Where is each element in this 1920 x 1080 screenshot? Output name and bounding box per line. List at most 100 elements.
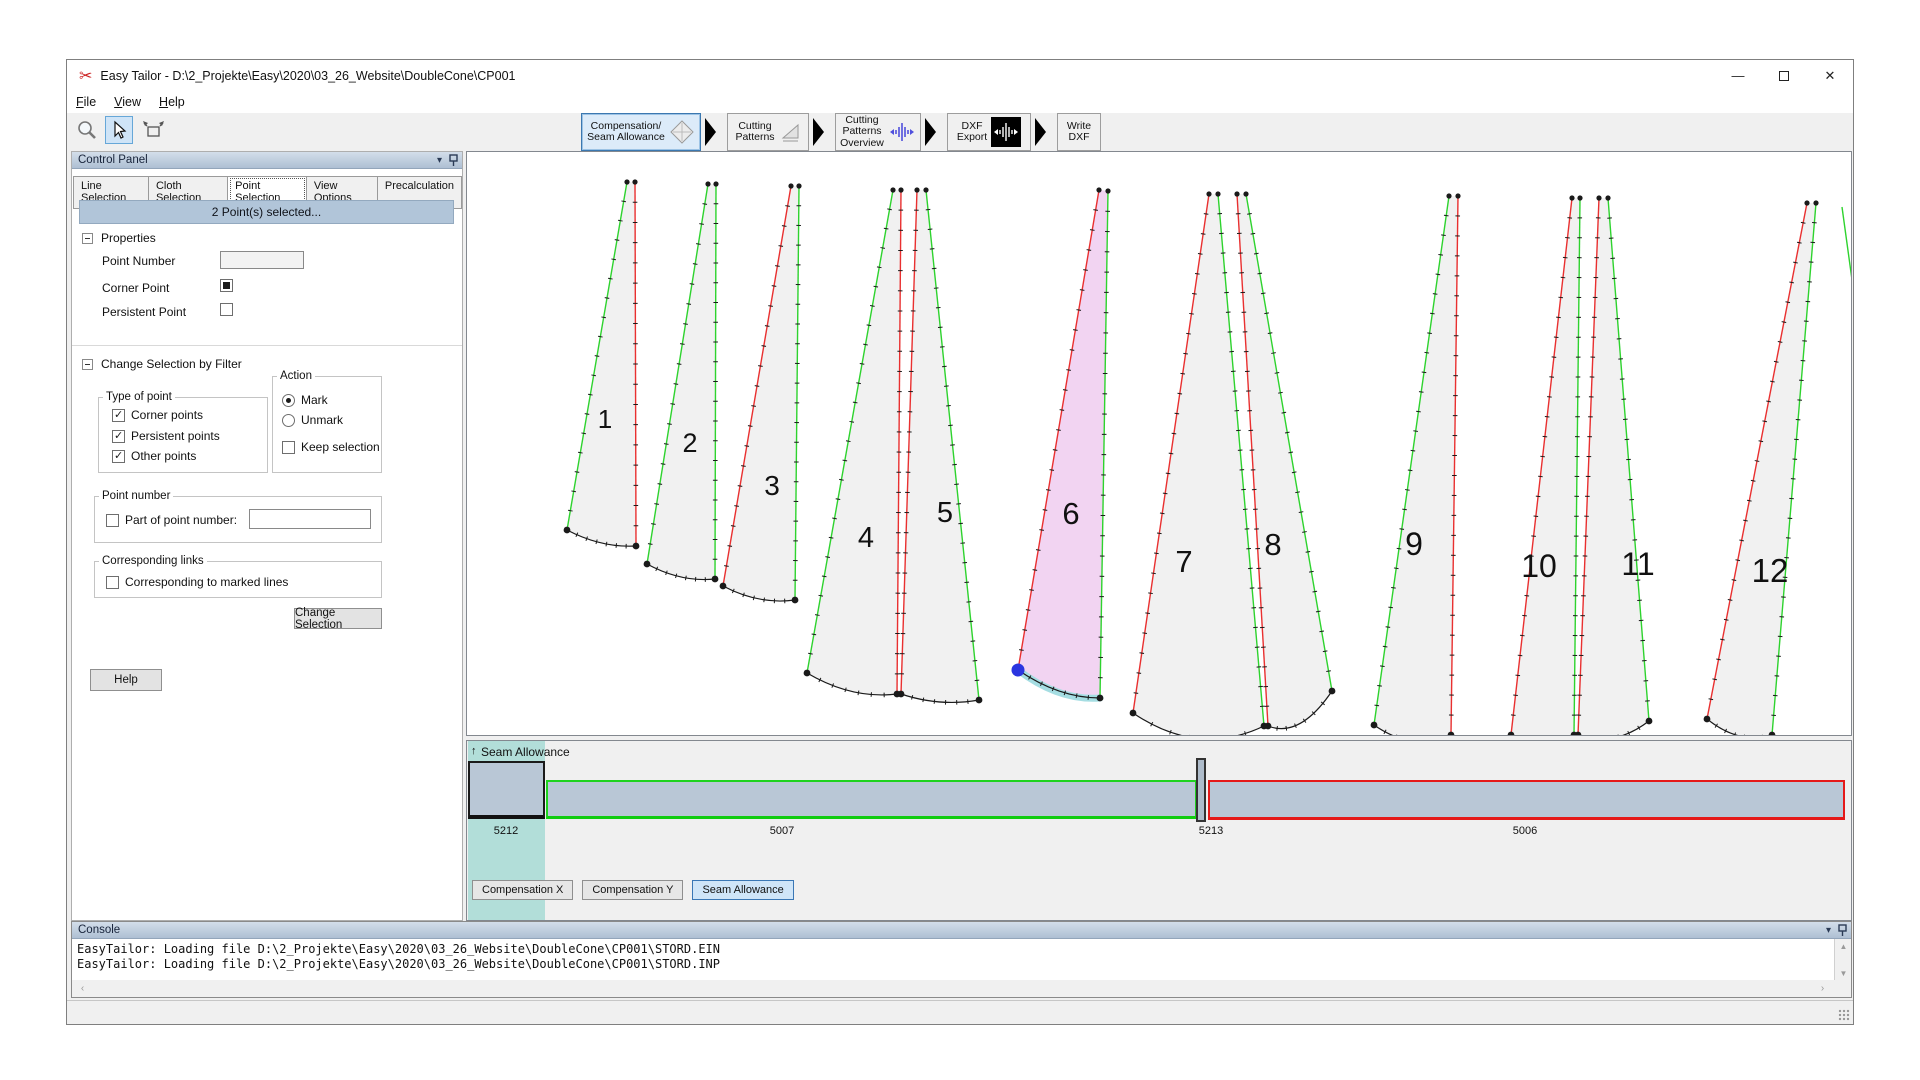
- pin-icon[interactable]: [449, 154, 458, 167]
- console-log: EasyTailor: Loading file D:\2_Projekte\E…: [72, 939, 1835, 981]
- minimize-button[interactable]: —: [1715, 60, 1761, 91]
- properties-section-title: Properties: [101, 231, 156, 245]
- window-title: Easy Tailor - D:\2_Projekte\Easy\2020\03…: [100, 69, 515, 83]
- persistent-point-checkbox[interactable]: [220, 303, 233, 316]
- scissors-app-icon: ✂: [79, 66, 92, 86]
- scroll-left-icon[interactable]: ‹: [74, 980, 91, 997]
- zoom-tool-button[interactable]: [73, 116, 101, 144]
- console-horizontal-scrollbar[interactable]: ‹ ›: [72, 980, 1851, 997]
- scroll-up-icon[interactable]: ▲: [1835, 939, 1852, 954]
- panel-number-label: 3: [764, 470, 780, 501]
- panel-number-label: 10: [1521, 548, 1557, 584]
- patterns-overview-icon: [888, 118, 916, 146]
- workflow-label-line: DXF: [1069, 132, 1090, 144]
- workflow-arrow-icon: [705, 118, 716, 146]
- collapse-expander-icon[interactable]: [82, 233, 93, 244]
- scroll-down-icon[interactable]: ▼: [1835, 966, 1852, 981]
- point-number-input[interactable]: [220, 251, 304, 269]
- seam-view-title: Seam Allowance: [481, 745, 570, 759]
- persistent-points-label: Persistent points: [131, 429, 220, 443]
- mark-label: Mark: [301, 393, 328, 407]
- workflow-compensation-seam-allowance[interactable]: Compensation/ Seam Allowance: [581, 113, 701, 151]
- seam-divider-handle-5213[interactable]: [1196, 758, 1206, 822]
- tab-seam-allowance[interactable]: Seam Allowance: [692, 880, 793, 900]
- point-number-group-legend: Point number: [99, 490, 173, 502]
- panel-number-label: 2: [682, 428, 697, 458]
- seam-bar-5007: [546, 780, 1197, 819]
- corresponding-links-legend: Corresponding links: [99, 555, 207, 567]
- keep-selection-checkbox[interactable]: [282, 441, 295, 454]
- corner-points-checkbox[interactable]: [112, 409, 125, 422]
- menu-bar: File View Help: [67, 91, 1853, 113]
- workflow-label-line: Patterns: [735, 132, 774, 144]
- other-points-checkbox[interactable]: [112, 450, 125, 463]
- workflow-label-line: Seam Allowance: [587, 132, 665, 144]
- cutting-patterns-icon: [779, 121, 801, 143]
- seam-view-tabs: Compensation X Compensation Y Seam Allow…: [472, 880, 794, 900]
- collapse-chevron-icon[interactable]: ▾: [437, 155, 442, 166]
- control-panel-header: Control Panel ▾: [72, 152, 462, 169]
- pin-icon[interactable]: [1838, 924, 1847, 937]
- axis-up-arrow-icon: ↑: [471, 745, 477, 757]
- panel-number-label: 4: [858, 522, 874, 554]
- persistent-point-label: Persistent Point: [102, 305, 186, 319]
- collapse-expander-icon[interactable]: [82, 359, 93, 370]
- panel-number-label: 7: [1175, 544, 1192, 579]
- pattern-canvas[interactable]: 123456789101112: [466, 151, 1852, 736]
- menu-view[interactable]: View: [105, 95, 150, 109]
- resize-grip[interactable]: [1838, 1009, 1850, 1021]
- panel-number-label: 12: [1752, 552, 1789, 589]
- part-of-point-number-label: Part of point number:: [125, 513, 237, 527]
- unmark-radio[interactable]: [282, 414, 295, 427]
- keep-selection-label: Keep selection: [301, 440, 380, 454]
- type-of-point-legend: Type of point: [103, 391, 175, 403]
- panel-number-label: 11: [1621, 546, 1654, 582]
- help-button[interactable]: Help: [90, 669, 162, 691]
- action-legend: Action: [277, 370, 315, 382]
- corresponding-to-marked-lines-checkbox[interactable]: [106, 576, 119, 589]
- console-log-line: EasyTailor: Loading file D:\2_Projekte\E…: [77, 957, 720, 971]
- point-number-label: Point Number: [102, 254, 175, 268]
- title-bar: ✂ Easy Tailor - D:\2_Projekte\Easy\2020\…: [67, 60, 1853, 91]
- magnifier-icon: [76, 119, 98, 141]
- workflow-arrow-icon: [925, 118, 936, 146]
- zoom-extents-icon: [141, 118, 165, 142]
- close-button[interactable]: ✕: [1807, 60, 1853, 91]
- panel-number-label: 8: [1264, 527, 1281, 562]
- seam-bar-label: 5007: [770, 825, 794, 837]
- workflow-write-dxf[interactable]: Write DXF: [1057, 113, 1101, 151]
- change-selection-button[interactable]: Change Selection: [294, 608, 382, 629]
- seam-allowance-panel: 5212500752135006 ↑ Seam Allowance Compen…: [466, 740, 1852, 921]
- workflow-arrow-icon: [1035, 118, 1046, 146]
- workflow-cutting-patterns-overview[interactable]: Cutting Patterns Overview: [835, 113, 921, 151]
- zoom-extents-tool-button[interactable]: [139, 116, 167, 144]
- console-header: Console ▾: [72, 922, 1851, 939]
- seam-bar-label: 5213: [1199, 825, 1223, 837]
- collapse-chevron-icon[interactable]: ▾: [1826, 925, 1831, 936]
- panel-number-label: 9: [1405, 526, 1423, 562]
- tab-compensation-y[interactable]: Compensation Y: [582, 880, 683, 900]
- mark-radio[interactable]: [282, 394, 295, 407]
- part-of-point-number-input[interactable]: [249, 509, 371, 529]
- persistent-points-checkbox[interactable]: [112, 430, 125, 443]
- workflow-label-line: Overview: [840, 138, 884, 150]
- menu-help[interactable]: Help: [150, 95, 194, 109]
- console-vertical-scrollbar[interactable]: ▲ ▼: [1834, 939, 1851, 981]
- tab-compensation-x[interactable]: Compensation X: [472, 880, 573, 900]
- select-tool-button[interactable]: [105, 116, 133, 144]
- corner-points-label: Corner points: [131, 408, 203, 422]
- workflow-cutting-patterns[interactable]: Cutting Patterns: [727, 113, 809, 151]
- workflow-arrow-icon: [813, 118, 824, 146]
- corner-point-checkbox[interactable]: [220, 279, 233, 292]
- maximize-button[interactable]: [1761, 60, 1807, 91]
- scroll-right-icon[interactable]: ›: [1814, 980, 1831, 997]
- part-of-point-number-checkbox[interactable]: [106, 514, 119, 527]
- pattern-canvas-svg[interactable]: 123456789101112: [467, 152, 1852, 736]
- workflow-dxf-export[interactable]: DXF Export: [947, 113, 1031, 151]
- section-divider: [72, 345, 462, 346]
- app-window: ✂ Easy Tailor - D:\2_Projekte\Easy\2020\…: [66, 59, 1854, 1025]
- seam-bar-5006: [1208, 780, 1845, 820]
- menu-file[interactable]: File: [67, 95, 105, 109]
- console-title: Console: [78, 924, 120, 936]
- console-panel: Console ▾ EasyTailor: Loading file D:\2_…: [71, 921, 1852, 998]
